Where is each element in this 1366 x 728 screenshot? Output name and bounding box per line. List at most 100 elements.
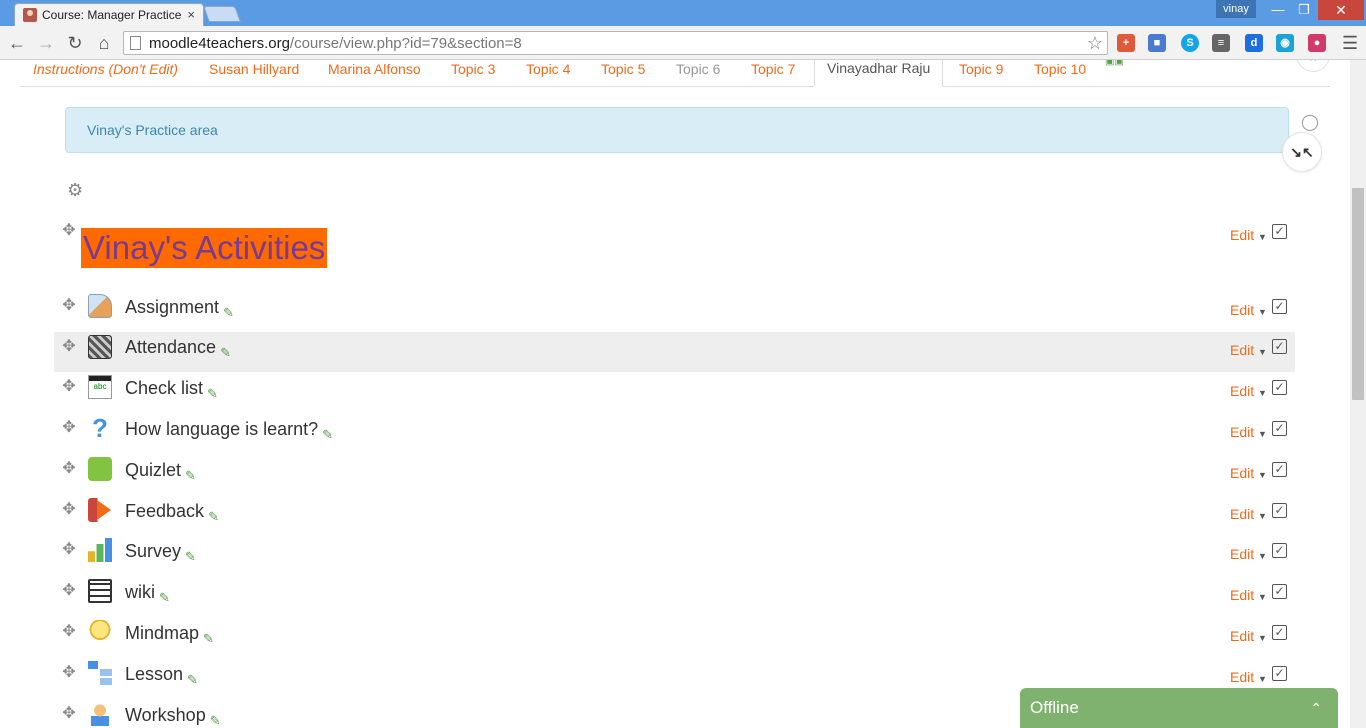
tab-susan-hillyard[interactable]: Susan Hillyard — [209, 61, 299, 77]
edit-menu[interactable]: Edit ▼ — [1230, 424, 1267, 440]
extension-keyboard-icon[interactable]: ≡ — [1212, 34, 1230, 52]
activity-name[interactable]: How language is learnt? — [125, 419, 318, 439]
highlight-lightbulb-icon[interactable]: ◯ — [1301, 112, 1319, 132]
profile-user-badge[interactable]: vinay — [1216, 0, 1256, 18]
visibility-checkbox-icon[interactable]: ✓ — [1272, 299, 1287, 314]
edit-menu[interactable]: Edit ▼ — [1230, 227, 1267, 243]
tab-topic-5[interactable]: Topic 5 — [601, 61, 645, 77]
activity-link[interactable]: Quizlet ✎ — [125, 460, 196, 484]
activity-link[interactable]: How language is learnt? ✎ — [125, 419, 333, 443]
edit-menu[interactable]: Edit ▼ — [1230, 669, 1267, 685]
tab-topic-3[interactable]: Topic 3 — [451, 61, 495, 77]
visibility-checkbox-icon[interactable]: ✓ — [1272, 380, 1287, 395]
add-remove-section-icon[interactable]: ▣▣ — [1105, 60, 1124, 67]
visibility-checkbox-icon[interactable]: ✓ — [1272, 339, 1287, 354]
new-tab-button[interactable] — [203, 6, 241, 22]
skype-icon[interactable]: S — [1181, 34, 1199, 52]
activity-link[interactable]: Feedback ✎ — [125, 501, 219, 525]
extension-camera-icon[interactable]: ◉ — [1276, 34, 1294, 52]
activity-link[interactable]: Lesson ✎ — [125, 664, 198, 688]
close-window-icon[interactable]: ✕ — [1318, 0, 1364, 20]
extension-plus-icon[interactable]: + — [1117, 34, 1135, 52]
edit-menu[interactable]: Edit ▼ — [1230, 302, 1267, 318]
tab-topic-9[interactable]: Topic 9 — [959, 61, 1003, 77]
restore-icon[interactable]: ❐ — [1290, 0, 1318, 20]
edit-title-pencil-icon[interactable]: ✎ — [220, 345, 231, 361]
move-icon[interactable]: ✥ — [61, 665, 77, 681]
edit-title-pencil-icon[interactable]: ✎ — [223, 305, 234, 321]
activity-name[interactable]: Assignment — [125, 297, 219, 317]
visibility-checkbox-icon[interactable]: ✓ — [1272, 625, 1287, 640]
edit-title-pencil-icon[interactable]: ✎ — [322, 427, 333, 443]
visibility-checkbox-icon[interactable]: ✓ — [1272, 421, 1287, 436]
close-tab-icon[interactable]: × — [187, 7, 195, 22]
activity-name[interactable]: Feedback — [125, 501, 204, 521]
forward-icon[interactable]: → — [35, 32, 57, 54]
edit-title-pencil-icon[interactable]: ✎ — [203, 631, 214, 647]
scrollbar-thumb[interactable] — [1352, 188, 1364, 400]
minimize-icon[interactable]: — — [1264, 0, 1292, 20]
move-icon[interactable]: ✥ — [61, 624, 77, 640]
section-settings-gear-icon[interactable]: ⚙ — [67, 180, 83, 201]
activity-link[interactable]: Mindmap ✎ — [125, 623, 214, 647]
tab-marina-alfonso[interactable]: Marina Alfonso — [328, 61, 421, 77]
edit-menu[interactable]: Edit ▼ — [1230, 465, 1267, 481]
move-icon[interactable]: ✥ — [61, 583, 77, 599]
move-icon[interactable]: ✥ — [61, 542, 77, 558]
move-icon[interactable]: ✥ — [61, 461, 77, 477]
activity-name[interactable]: Quizlet — [125, 460, 181, 480]
move-icon[interactable]: ✥ — [61, 339, 77, 355]
visibility-checkbox-icon[interactable]: ✓ — [1272, 462, 1287, 477]
edit-menu[interactable]: Edit ▼ — [1230, 587, 1267, 603]
home-icon[interactable]: ⌂ — [93, 32, 115, 54]
activity-name[interactable]: Survey — [125, 541, 181, 561]
edit-menu[interactable]: Edit ▼ — [1230, 506, 1267, 522]
visibility-checkbox-icon[interactable]: ✓ — [1272, 543, 1287, 558]
activity-name[interactable]: Workshop — [125, 705, 206, 725]
back-icon[interactable]: ← — [6, 32, 28, 54]
edit-menu[interactable]: Edit ▼ — [1230, 342, 1267, 358]
move-icon[interactable]: ✥ — [61, 223, 77, 239]
activity-name[interactable]: Mindmap — [125, 623, 199, 643]
tab-vinayadhar-raju[interactable]: Vinayadhar Raju — [814, 60, 944, 87]
visibility-checkbox-icon[interactable]: ✓ — [1272, 224, 1287, 239]
activity-link[interactable]: Workshop ✎ — [125, 705, 221, 728]
activity-name[interactable]: wiki — [125, 582, 155, 602]
edit-menu[interactable]: Edit ▼ — [1230, 383, 1267, 399]
edit-title-pencil-icon[interactable]: ✎ — [185, 549, 196, 565]
move-icon[interactable]: ✥ — [61, 502, 77, 518]
edit-title-pencil-icon[interactable]: ✎ — [159, 590, 170, 606]
edit-title-pencil-icon[interactable]: ✎ — [185, 468, 196, 484]
move-icon[interactable]: ✥ — [61, 298, 77, 314]
visibility-checkbox-icon[interactable]: ✓ — [1272, 666, 1287, 681]
edit-menu[interactable]: Edit ▼ — [1230, 628, 1267, 644]
edit-title-pencil-icon[interactable]: ✎ — [210, 713, 221, 728]
activity-link[interactable]: Attendance ✎ — [125, 337, 231, 361]
extension-bookmark-icon[interactable]: ■ — [1148, 34, 1166, 52]
chat-status-bar[interactable]: Offline ⌃ — [1020, 688, 1338, 728]
browser-tab[interactable]: Course: Manager Practice × — [14, 3, 204, 26]
tab-topic-10[interactable]: Topic 10 — [1034, 61, 1086, 77]
tab-instructions[interactable]: Instructions (Don't Edit) — [33, 61, 178, 77]
extension-d-icon[interactable]: d — [1245, 34, 1263, 52]
edit-title-pencil-icon[interactable]: ✎ — [208, 509, 219, 525]
activity-link[interactable]: Survey ✎ — [125, 541, 196, 565]
tab-topic-7[interactable]: Topic 7 — [751, 61, 795, 77]
tab-topic-4[interactable]: Topic 4 — [526, 61, 570, 77]
chevron-up-icon[interactable]: ⌃ — [1310, 688, 1322, 728]
chrome-menu-icon[interactable]: ☰ — [1342, 33, 1358, 54]
tab-topic-6[interactable]: Topic 6 — [676, 61, 720, 77]
activity-name[interactable]: Lesson — [125, 664, 183, 684]
activity-link[interactable]: wiki ✎ — [125, 582, 170, 606]
move-icon[interactable]: ✥ — [61, 706, 77, 722]
reload-icon[interactable]: ↻ — [64, 32, 86, 54]
extension-record-icon[interactable]: ● — [1308, 34, 1326, 52]
edit-title-pencil-icon[interactable]: ✎ — [187, 672, 198, 688]
activity-link[interactable]: Assignment ✎ — [125, 297, 234, 321]
move-icon[interactable]: ✥ — [61, 379, 77, 395]
activity-name[interactable]: Attendance — [125, 337, 216, 357]
address-bar[interactable]: moodle4teachers.org/course/view.php?id=7… — [123, 31, 1108, 55]
activity-name[interactable]: Check list — [125, 378, 203, 398]
activity-link[interactable]: Check list ✎ — [125, 378, 218, 402]
move-icon[interactable]: ✥ — [61, 420, 77, 436]
